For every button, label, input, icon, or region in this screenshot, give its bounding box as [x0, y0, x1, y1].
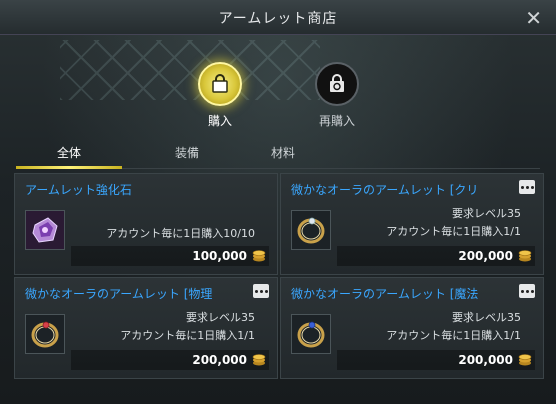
- more-options-icon[interactable]: [519, 284, 535, 298]
- shop-item-card[interactable]: 微かなオーラのアームレット [クリ 要求レベル35 アカウント毎に1日購入1/1…: [280, 173, 544, 275]
- bracelet-icon: [291, 314, 331, 354]
- shopping-bag-icon: [198, 62, 242, 106]
- category-tabs: 全体 装備 材料: [16, 140, 540, 169]
- bracelet-icon: [291, 210, 331, 250]
- shop-item-card[interactable]: 微かなオーラのアームレット [魔法 要求レベル35 アカウント毎に1日購入1/1…: [280, 277, 544, 379]
- shop-item-card[interactable]: 微かなオーラのアームレット [物理 要求レベル35 アカウント毎に1日購入1/1…: [14, 277, 278, 379]
- buy-mode-button[interactable]: 購入: [195, 62, 245, 129]
- window-title: アームレット商店: [218, 11, 338, 27]
- bracelet-icon: [25, 314, 65, 354]
- purchase-limit: アカウント毎に1日購入10/10: [106, 227, 255, 240]
- level-requirement: 要求レベル35: [452, 207, 521, 220]
- item-name: 微かなオーラのアームレット [クリ: [291, 183, 479, 197]
- item-name: アームレット強化石: [25, 183, 132, 197]
- tab-all[interactable]: 全体: [16, 144, 122, 169]
- item-name: 微かなオーラのアームレット [魔法: [291, 287, 479, 301]
- title-bar: アームレット商店 ✕: [0, 0, 556, 35]
- gold-coin-icon: [252, 354, 266, 366]
- level-requirement: 要求レベル35: [186, 311, 255, 324]
- more-options-icon[interactable]: [519, 180, 535, 194]
- level-requirement: 要求レベル35: [452, 311, 521, 324]
- background-pattern: [60, 40, 320, 100]
- item-price: 100,000: [192, 249, 247, 263]
- enhancement-stone-icon: [25, 210, 65, 250]
- purchase-limit: アカウント毎に1日購入1/1: [386, 225, 521, 238]
- purchase-limit: アカウント毎に1日購入1/1: [386, 329, 521, 342]
- item-price: 200,000: [192, 353, 247, 367]
- price-bar: 200,000: [337, 246, 535, 266]
- tab-equipment[interactable]: 装備: [134, 144, 240, 161]
- gold-coin-icon: [518, 354, 532, 366]
- shop-item-card[interactable]: アームレット強化石 アカウント毎に1日購入10/10 100,000: [14, 173, 278, 275]
- purchase-limit: アカウント毎に1日購入1/1: [120, 329, 255, 342]
- item-price: 200,000: [458, 353, 513, 367]
- gold-coin-icon: [252, 250, 266, 262]
- repurchase-mode-label: 再購入: [318, 114, 355, 128]
- item-name: 微かなオーラのアームレット [物理: [25, 287, 213, 301]
- price-bar: 200,000: [71, 350, 269, 370]
- gold-coin-icon: [518, 250, 532, 262]
- price-bar: 200,000: [337, 350, 535, 370]
- price-bar: 100,000: [71, 246, 269, 266]
- more-options-icon[interactable]: [253, 284, 269, 298]
- repurchase-bag-icon: [315, 62, 359, 106]
- item-price: 200,000: [458, 249, 513, 263]
- buy-mode-label: 購入: [207, 114, 232, 128]
- tab-materials[interactable]: 材料: [230, 144, 336, 161]
- close-icon[interactable]: ✕: [525, 6, 542, 30]
- repurchase-mode-button[interactable]: 再購入: [312, 62, 362, 129]
